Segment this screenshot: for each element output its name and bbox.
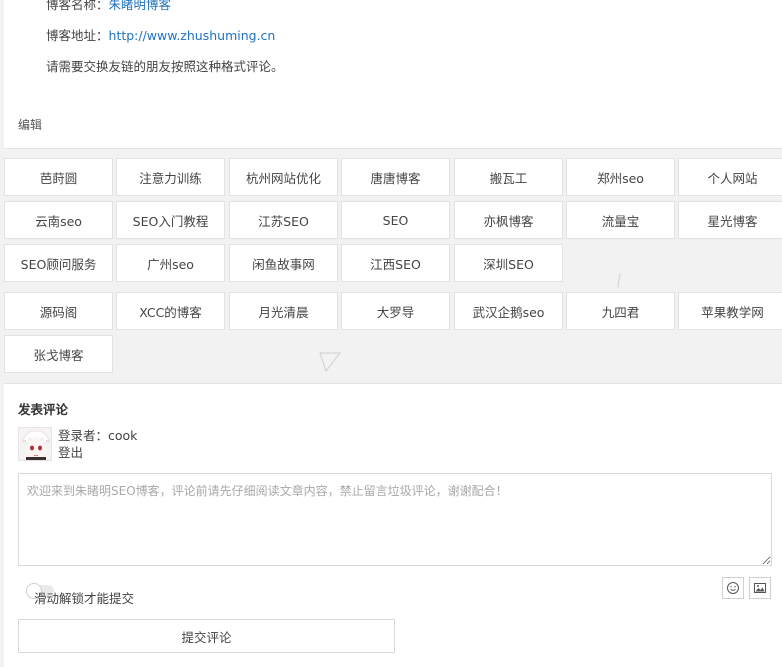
comment-title: 发表评论: [18, 402, 69, 417]
friend-link[interactable]: 唐唐博客: [341, 158, 450, 196]
emoji-button[interactable]: [722, 577, 744, 599]
friend-link[interactable]: SEO: [341, 201, 450, 239]
decorative-line: [617, 273, 621, 288]
friend-link[interactable]: 亦枫博客: [454, 201, 563, 239]
logout-link[interactable]: 登出: [58, 444, 137, 461]
edit-link[interactable]: 编辑: [18, 116, 42, 133]
blog-url-label: 博客地址：: [46, 28, 109, 43]
image-icon: [754, 583, 766, 593]
friend-link[interactable]: 江苏SEO: [229, 201, 338, 239]
blog-name-link[interactable]: 朱睹明博客: [109, 0, 172, 12]
friend-link[interactable]: 武汉企鹅seo: [454, 292, 563, 330]
friend-link[interactable]: 源码阁: [4, 292, 113, 330]
unlock-slider[interactable]: 滑动解锁才能提交: [26, 583, 226, 606]
friend-link[interactable]: 郑州seo: [566, 158, 675, 196]
friend-link[interactable]: 个人网站: [678, 158, 782, 196]
blog-name-label: 博客名称：: [46, 0, 109, 12]
blog-url-line: 博客地址：http://www.zhushuming.cn: [46, 25, 275, 44]
request-text: 请需要交换友链的朋友按照这种格式评论。: [46, 59, 284, 74]
friend-link[interactable]: 月光清晨: [229, 292, 338, 330]
friend-link[interactable]: 广州seo: [116, 244, 225, 282]
smiley-icon: [727, 582, 739, 594]
triangle-deco-icon: [319, 352, 342, 373]
blog-url-link[interactable]: http://www.zhushuming.cn: [109, 28, 276, 43]
friend-link[interactable]: 芭莳圆: [4, 158, 113, 196]
blog-name-line: 博客名称：朱睹明博客: [46, 0, 171, 13]
slider-label: 滑动解锁才能提交: [34, 591, 135, 606]
friend-link[interactable]: 流量宝: [566, 201, 675, 239]
friend-link[interactable]: 闲鱼故事网: [229, 244, 338, 282]
comment-textarea[interactable]: [18, 473, 772, 566]
friend-link[interactable]: 搬瓦工: [454, 158, 563, 196]
username[interactable]: cook: [108, 428, 137, 443]
friend-link[interactable]: 注意力训练: [116, 158, 225, 196]
friend-link[interactable]: 九四君: [566, 292, 675, 330]
image-button[interactable]: [749, 577, 771, 599]
friend-link[interactable]: XCC的博客: [116, 292, 225, 330]
friend-link[interactable]: SEO入门教程: [116, 201, 225, 239]
friend-link[interactable]: 江西SEO: [341, 244, 450, 282]
friend-link[interactable]: SEO顾问服务: [4, 244, 113, 282]
logged-in-user: 登录者：cook: [58, 427, 137, 444]
friend-link[interactable]: 苹果教学网: [678, 292, 782, 330]
friend-link[interactable]: 张戈博客: [4, 335, 113, 373]
avatar: [18, 427, 52, 461]
friend-link[interactable]: 星光博客: [678, 201, 782, 239]
submit-comment-button[interactable]: 提交评论: [18, 619, 395, 653]
avatar-image-icon: [19, 428, 51, 460]
friend-link[interactable]: 深圳SEO: [454, 244, 563, 282]
login-prefix: 登录者：: [58, 428, 109, 443]
friend-link[interactable]: 大罗导: [341, 292, 450, 330]
friend-link[interactable]: 杭州网站优化: [229, 158, 338, 196]
login-info: 登录者：cook 登出: [58, 427, 137, 461]
comment-section: 发表评论 登录者：cook 登出 滑动解锁才能提交: [4, 383, 782, 667]
friend-link[interactable]: 云南seo: [4, 201, 113, 239]
post-content-card: 博客名称：朱睹明博客 博客地址：http://www.zhushuming.cn…: [4, 0, 782, 149]
